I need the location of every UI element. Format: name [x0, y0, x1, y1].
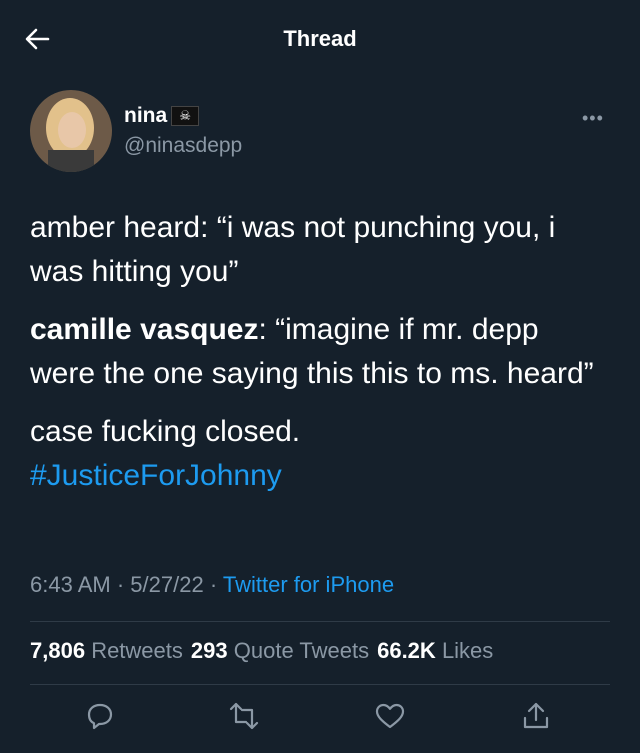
author-name[interactable]: nina — [124, 104, 167, 128]
meta-separator: · — [209, 572, 223, 597]
retweet-icon[interactable] — [228, 700, 260, 732]
tweet-stats: 7,806 Retweets 293 Quote Tweets 66.2K Li… — [30, 638, 493, 664]
likes-label: Likes — [441, 638, 494, 663]
quotes-label: Quote Tweets — [233, 638, 370, 663]
meta-separator: · — [116, 572, 131, 597]
hashtag-link[interactable]: #JusticeForJohnny — [30, 459, 282, 492]
closing-text: case fucking closed. — [30, 415, 301, 448]
speaker-name: camille vasquez — [30, 313, 259, 346]
avatar[interactable] — [30, 90, 112, 172]
tweet-paragraph-3: case fucking closed. #JusticeForJohnny — [30, 410, 610, 498]
author-name-row[interactable]: nina ☠ — [124, 104, 200, 128]
page-title: Thread — [283, 26, 357, 51]
tweet-date[interactable]: 5/27/22 — [130, 572, 203, 597]
tweet-source-link[interactable]: Twitter for iPhone — [223, 572, 394, 597]
likes-stat[interactable]: 66.2K Likes — [377, 638, 493, 664]
header: Thread — [0, 0, 640, 80]
pirate-flag-icon: ☠ — [171, 106, 200, 126]
divider — [30, 621, 610, 622]
retweets-label: Retweets — [91, 638, 183, 663]
share-icon[interactable] — [520, 700, 552, 732]
retweets-count: 7,806 — [30, 638, 86, 663]
retweets-stat[interactable]: 7,806 Retweets — [30, 638, 183, 664]
tweet-time[interactable]: 6:43 AM — [30, 572, 111, 597]
tweet-text: amber heard: “i was not punching you, i … — [30, 206, 610, 512]
tweet-paragraph-2: camille vasquez: “imagine if mr. depp we… — [30, 308, 610, 396]
likes-count: 66.2K — [377, 638, 436, 663]
divider — [30, 684, 610, 685]
quotes-stat[interactable]: 293 Quote Tweets — [191, 638, 369, 664]
reply-icon[interactable] — [84, 700, 116, 732]
more-options-icon[interactable]: ••• — [582, 108, 604, 129]
action-bar — [0, 700, 640, 736]
tweet-meta: 6:43 AM · 5/27/22 · Twitter for iPhone — [30, 572, 394, 598]
tweet-paragraph-1: amber heard: “i was not punching you, i … — [30, 211, 556, 288]
quotes-count: 293 — [190, 638, 228, 663]
like-heart-icon[interactable] — [374, 700, 406, 732]
author-handle[interactable]: @ninasdepp — [124, 134, 242, 158]
